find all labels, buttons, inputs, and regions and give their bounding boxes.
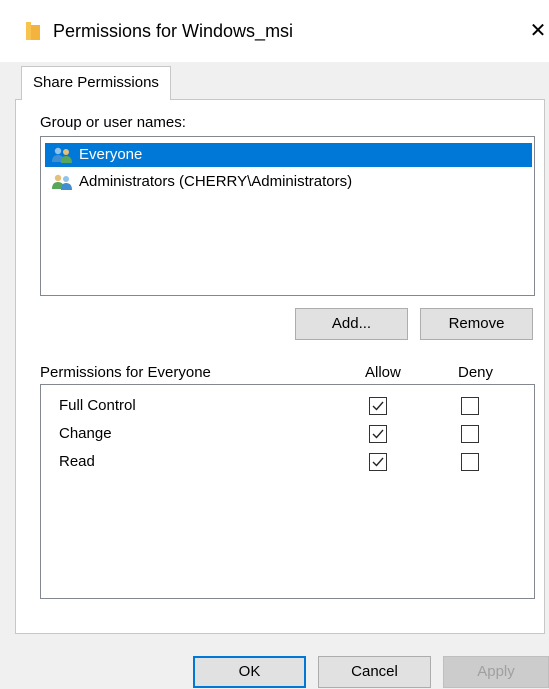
list-item-label: Everyone	[79, 146, 143, 163]
ok-button[interactable]: OK	[193, 656, 306, 688]
title-bar: Permissions for Windows_msi ✕	[0, 0, 549, 62]
remove-button[interactable]: Remove	[420, 308, 533, 340]
users-icon	[52, 174, 72, 190]
allow-checkbox-full-control[interactable]	[369, 397, 387, 415]
group-names-label: Group or user names:	[40, 114, 186, 131]
users-icon	[52, 147, 72, 163]
permission-name: Change	[59, 425, 112, 442]
permission-name: Full Control	[59, 397, 136, 414]
check-icon	[372, 429, 384, 439]
allow-checkbox-read[interactable]	[369, 453, 387, 471]
list-item-label: Administrators (CHERRY\Administrators)	[79, 173, 353, 190]
list-item-administrators[interactable]: Administrators (CHERRY\Administrators)	[45, 170, 532, 194]
tab-share-permissions[interactable]: Share Permissions	[21, 66, 171, 100]
apply-button[interactable]: Apply	[443, 656, 549, 688]
permission-name: Read	[59, 453, 95, 470]
permission-row-full-control: Full Control	[41, 393, 534, 421]
close-button[interactable]: ✕	[527, 16, 549, 46]
check-icon	[372, 401, 384, 411]
permissions-for-label: Permissions for Everyone	[40, 364, 211, 381]
cancel-button[interactable]: Cancel	[318, 656, 431, 688]
permissions-dialog: Permissions for Windows_msi ✕ Share Perm…	[0, 0, 549, 689]
add-button[interactable]: Add...	[295, 308, 408, 340]
permission-row-read: Read	[41, 449, 534, 477]
deny-column-header: Deny	[458, 364, 494, 381]
deny-checkbox-read[interactable]	[461, 453, 479, 471]
permission-row-change: Change	[41, 421, 534, 449]
check-icon	[372, 457, 384, 467]
deny-checkbox-full-control[interactable]	[461, 397, 479, 415]
folder-icon	[26, 22, 40, 40]
allow-column-header: Allow	[365, 364, 401, 381]
permissions-list: Full Control Change Read	[40, 384, 535, 599]
window-title: Permissions for Windows_msi	[53, 21, 294, 41]
allow-checkbox-change[interactable]	[369, 425, 387, 443]
deny-checkbox-change[interactable]	[461, 425, 479, 443]
list-item-everyone[interactable]: Everyone	[45, 143, 532, 167]
group-user-listbox[interactable]: Everyone Administrators (CHERRY\Administ…	[40, 136, 535, 296]
